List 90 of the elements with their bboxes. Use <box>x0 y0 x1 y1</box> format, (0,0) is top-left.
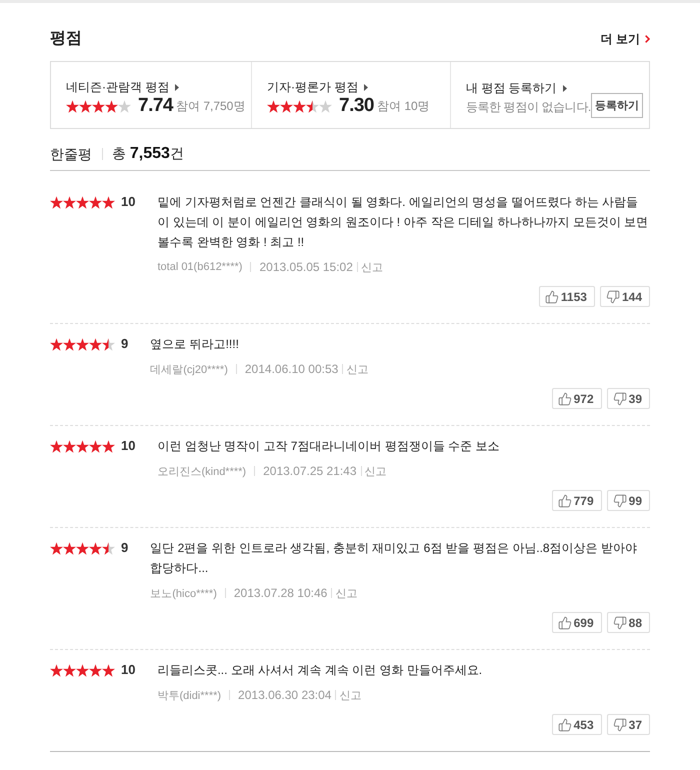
star-icon <box>89 664 102 676</box>
star-icon <box>92 100 105 112</box>
star-icon <box>267 100 280 112</box>
participant-count: 참여 7,750명 <box>176 98 246 115</box>
review-score: 10 <box>121 193 136 211</box>
star-icon <box>63 440 76 452</box>
register-rating-link[interactable]: 내 평점 등록하기 <box>466 80 567 96</box>
dislike-button[interactable]: 99 <box>606 490 650 511</box>
thumbs-up-icon <box>558 494 572 508</box>
rating-link[interactable]: 기자·평론가 평점 <box>267 79 368 95</box>
star-icon <box>102 440 115 452</box>
caret-icon <box>175 84 180 90</box>
like-button[interactable]: 972 <box>552 388 602 409</box>
like-button[interactable]: 699 <box>552 612 602 633</box>
star-icon <box>89 440 102 452</box>
dislike-button[interactable]: 37 <box>606 714 650 735</box>
review-date: 2013.05.05 15:02 <box>259 260 353 274</box>
half-star-icon <box>306 100 319 112</box>
star-icon <box>102 196 115 208</box>
star-icon <box>66 100 79 112</box>
more-link[interactable]: 더 보기 <box>600 31 650 47</box>
star-icon <box>76 196 89 208</box>
star-icon <box>79 100 92 112</box>
star-icon <box>89 196 102 208</box>
section-title: 평점 <box>50 29 82 49</box>
star-icon <box>50 196 63 208</box>
review-score: 10 <box>121 661 136 679</box>
thumbs-down-icon <box>612 392 627 406</box>
participant-count: 참여 10명 <box>376 98 430 115</box>
review-date: 2014.06.10 00:53 <box>244 362 338 376</box>
thumbs-up-icon <box>558 616 572 630</box>
register-button[interactable]: 등록하기 <box>590 93 643 118</box>
review-score: 10 <box>121 437 136 455</box>
thumbs-up-icon <box>558 718 572 732</box>
star-icon <box>50 542 63 554</box>
star-icon <box>76 440 89 452</box>
review-author: 박투(didi****) <box>157 688 222 702</box>
half-star-icon <box>102 542 115 554</box>
review-author: total 01(b612****) <box>157 261 242 273</box>
star-icon <box>280 100 293 112</box>
star-icon <box>63 664 76 676</box>
reviews-title: 한줄평 <box>50 144 92 164</box>
dislike-button[interactable]: 144 <box>600 286 650 307</box>
average-score: 7.30 <box>339 96 374 116</box>
thumbs-down-icon <box>606 290 620 304</box>
review-text: 밑에 기자평처럼로 언젠간 클래식이 될 영화다. 에일리언의 명성을 떨어뜨렸다 하는 사람들이 있는데 이 분이 에일리언 영화의 원조이다 ! 아주 작은 디테일 하나하나까지 모든것이 보면 볼수록 완벽한 영화 ! 최고 !! <box>157 194 650 251</box>
star-icon <box>76 664 89 676</box>
star-icon <box>63 196 76 208</box>
like-button[interactable]: 779 <box>552 490 602 511</box>
star-icon <box>76 338 89 350</box>
half-star-icon <box>102 338 115 350</box>
star-icon <box>89 542 102 554</box>
empty-message: 등록한 평점이 없습니다. <box>466 99 591 116</box>
review-score: 9 <box>121 335 128 353</box>
review-author: 오리진스(kind****) <box>157 464 246 478</box>
star-icon <box>105 100 118 112</box>
thumbs-up-icon <box>544 290 559 304</box>
rating-link[interactable]: 네티즌·관람객 평점 <box>66 79 180 95</box>
review-author: 보노(hico****) <box>150 586 217 600</box>
review-text: 이런 엄청난 명작이 고작 7점대라니네이버 평점쟁이들 수준 보소 <box>157 438 500 455</box>
like-button[interactable]: 453 <box>552 714 602 735</box>
dislike-button[interactable]: 39 <box>606 388 650 409</box>
thumbs-down-icon <box>612 718 627 732</box>
review-text: 옆으로 뛰라고!!!! <box>150 336 240 353</box>
star-icon <box>102 664 115 676</box>
chevron-right-icon <box>645 35 650 43</box>
star-icon <box>50 440 63 452</box>
star-icon <box>50 338 63 350</box>
average-score: 7.74 <box>138 96 173 116</box>
star-icon <box>63 542 76 554</box>
review-author: 데세랄(cj20****) <box>150 362 228 376</box>
review-text: 일단 2편을 위한 인트로라 생각됨, 충분히 재미있고 6점 받을 평점은 아님..8점이상은 받아야 합당하다... <box>150 540 638 577</box>
thumbs-down-icon <box>612 494 627 508</box>
review-date: 2013.07.25 21:43 <box>263 464 357 478</box>
star-icon <box>89 338 102 350</box>
thumbs-down-icon <box>612 616 627 630</box>
caret-icon <box>364 84 368 90</box>
caret-icon <box>562 84 567 92</box>
star-icon <box>76 542 89 554</box>
review-total: 총 7,553건 <box>112 144 184 164</box>
like-button[interactable]: 1153 <box>538 286 595 307</box>
review-score: 9 <box>121 539 128 557</box>
review-date: 2013.06.30 23:04 <box>238 688 332 702</box>
star-icon <box>50 664 63 676</box>
review-text: 리들리스콧... 오래 사셔서 계속 계속 이런 영화 만들어주세요. <box>157 662 484 679</box>
review-date: 2013.07.28 10:46 <box>234 586 328 600</box>
thumbs-up-icon <box>558 392 572 406</box>
star-icon <box>293 100 306 112</box>
dislike-button[interactable]: 88 <box>606 612 650 633</box>
star-icon <box>63 338 76 350</box>
